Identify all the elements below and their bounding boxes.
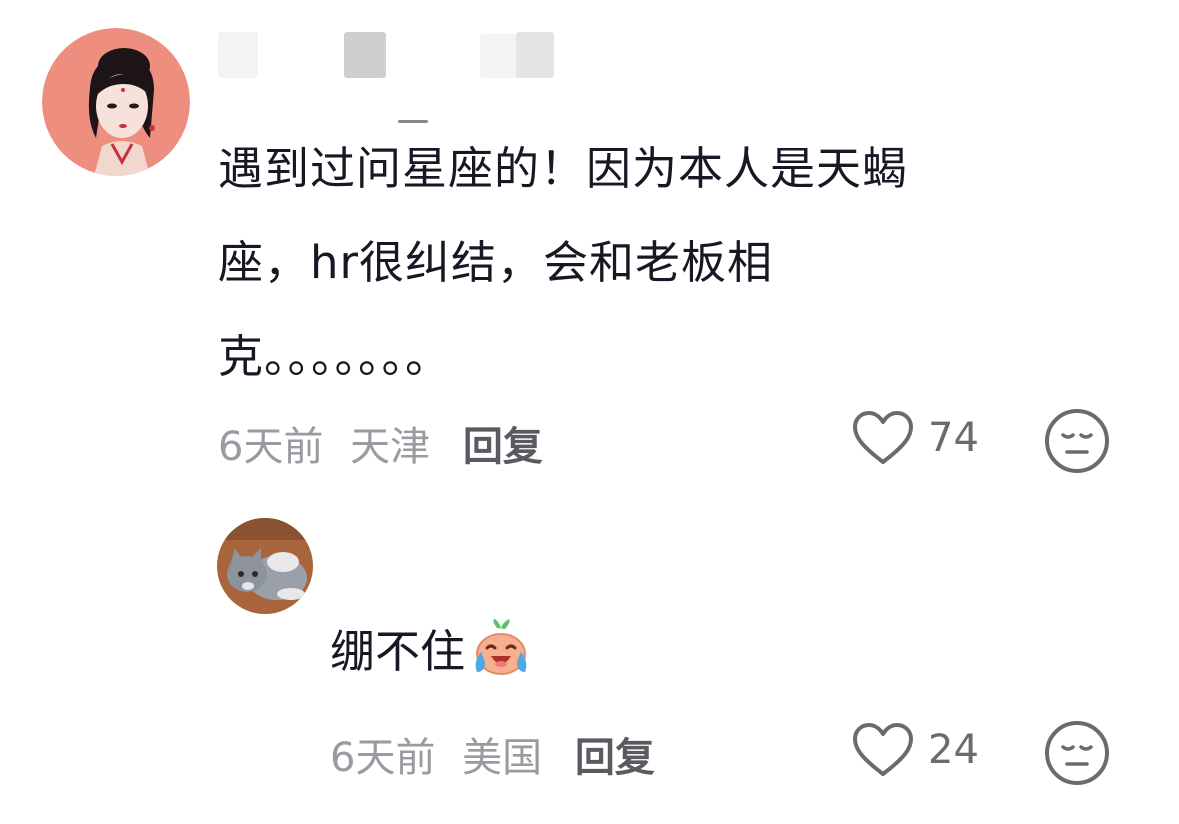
comment-body: 遇到过问星座的！因为本人是天蝎 座，hr很纠结，会和老板相 克。。。。。。。	[218, 122, 1118, 404]
comment-location: 天津	[350, 424, 431, 470]
reply-button[interactable]: 回复	[575, 735, 655, 781]
crying-laughing-face-icon	[475, 618, 527, 675]
like-count: 74	[928, 415, 979, 461]
username-redacted	[218, 32, 618, 123]
heart-icon	[853, 411, 913, 464]
reply-text: 绷不住	[330, 625, 466, 678]
comment-time: 6天前	[218, 424, 324, 470]
reply-like-button[interactable]: 24	[852, 722, 979, 778]
reply-meta: 6天前 美国 回复	[330, 725, 655, 783]
like-count: 24	[928, 727, 979, 773]
woman-portrait-avatar-icon	[42, 28, 190, 176]
dislike-face-icon[interactable]	[1044, 408, 1110, 474]
replier-avatar[interactable]	[217, 518, 313, 614]
reply-time: 6天前	[330, 735, 436, 781]
comment-line: 座，hr很纠结，会和老板相	[218, 236, 774, 289]
comment-meta: 6天前 天津 回复	[218, 414, 543, 472]
commenter-avatar[interactable]	[42, 28, 190, 176]
reply-location: 美国	[462, 735, 543, 781]
heart-icon	[853, 723, 913, 776]
reply-button[interactable]: 回复	[463, 424, 543, 470]
gray-cat-avatar-icon	[217, 518, 313, 614]
like-button[interactable]: 74	[852, 410, 979, 466]
comment-line: 遇到过问星座的！因为本人是天蝎	[218, 142, 909, 195]
comment-line: 克。。。。。。。	[218, 330, 452, 383]
dislike-face-icon[interactable]	[1044, 720, 1110, 786]
reply-body: 绷不住	[330, 615, 533, 680]
comment-thread: 遇到过问星座的！因为本人是天蝎 座，hr很纠结，会和老板相 克。。。。。。。 6…	[0, 0, 1179, 824]
